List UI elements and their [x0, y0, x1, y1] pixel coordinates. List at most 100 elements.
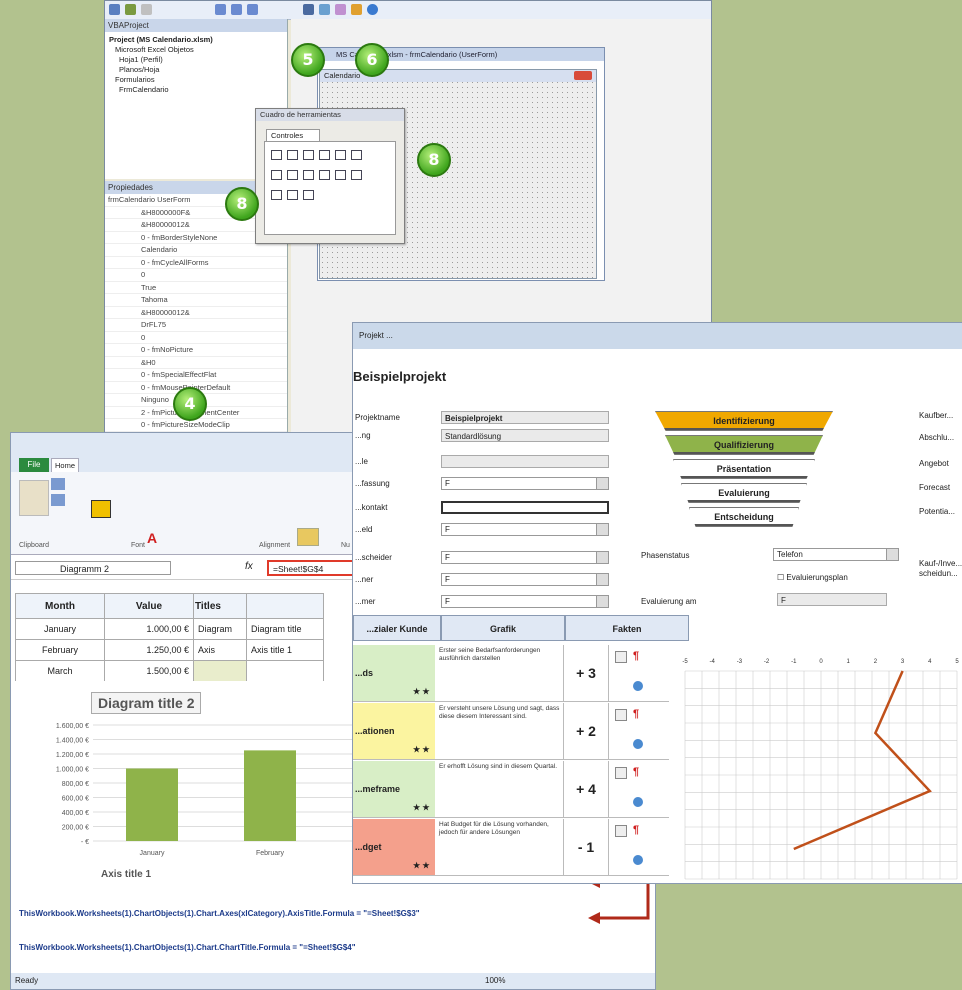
excel-icon[interactable]: [109, 4, 120, 15]
table-cell[interactable]: 1.000,00 €: [104, 618, 194, 640]
info-icon[interactable]: [633, 681, 643, 691]
info-icon[interactable]: [633, 855, 643, 865]
bar[interactable]: [244, 750, 296, 841]
minus-icon[interactable]: [615, 767, 627, 779]
chevron-down-icon[interactable]: [596, 524, 608, 535]
field-select[interactable]: F: [441, 523, 609, 536]
field-input[interactable]: [441, 501, 609, 514]
field-input[interactable]: [441, 455, 609, 468]
property-row[interactable]: 0: [105, 269, 287, 282]
chevron-down-icon[interactable]: [596, 574, 608, 585]
textbox-tool-icon[interactable]: [303, 150, 314, 160]
save-icon[interactable]: [141, 4, 152, 15]
table-cell[interactable]: [193, 660, 247, 682]
field-select[interactable]: F: [441, 573, 609, 586]
zoom-level[interactable]: 100%: [485, 973, 505, 989]
field-select[interactable]: F: [441, 551, 609, 564]
project-tree-item[interactable]: Formularios: [109, 75, 283, 85]
info-icon[interactable]: [633, 797, 643, 807]
chevron-down-icon[interactable]: [596, 478, 608, 489]
bold-icon[interactable]: [91, 500, 111, 518]
project-tree-item[interactable]: FrmCalendario: [109, 85, 283, 95]
table-cell[interactable]: Axis title 1: [246, 639, 324, 661]
commandbutton-tool-icon[interactable]: [319, 170, 330, 180]
properties-icon[interactable]: [335, 4, 346, 15]
property-row[interactable]: True: [105, 282, 287, 294]
minus-icon[interactable]: [615, 825, 627, 837]
copy-icon[interactable]: [51, 494, 65, 506]
flag-icon[interactable]: ¶: [633, 708, 639, 720]
table-cell[interactable]: Axis: [193, 639, 247, 661]
chevron-down-icon[interactable]: [596, 552, 608, 563]
minus-icon[interactable]: [615, 709, 627, 721]
funnel-stage[interactable]: Qualifizierung: [665, 435, 823, 455]
chevron-down-icon[interactable]: [886, 549, 898, 560]
listbox-tool-icon[interactable]: [335, 150, 346, 160]
fx-icon[interactable]: fx: [245, 561, 253, 572]
table-cell[interactable]: January: [15, 618, 105, 640]
evaluierung-checkbox[interactable]: ☐ Evaluierungsplan: [777, 573, 848, 582]
font-color-icon[interactable]: A: [147, 530, 169, 546]
flag-icon[interactable]: ¶: [633, 766, 639, 778]
minus-icon[interactable]: [615, 651, 627, 663]
togglebutton-tool-icon[interactable]: [287, 170, 298, 180]
bar[interactable]: [126, 768, 178, 842]
column-header-blank[interactable]: [246, 593, 324, 619]
pause-icon[interactable]: [231, 4, 242, 15]
table-cell[interactable]: March: [15, 660, 105, 682]
table-cell[interactable]: Diagram title: [246, 618, 324, 640]
help-icon[interactable]: [367, 4, 378, 15]
property-row[interactable]: &H0: [105, 357, 287, 369]
combobox-tool-icon[interactable]: [319, 150, 330, 160]
optionbutton-tool-icon[interactable]: [271, 170, 282, 180]
field-select[interactable]: F: [441, 595, 609, 608]
tab-grafik[interactable]: Grafik: [441, 615, 565, 641]
x-axis-title[interactable]: Axis title 1: [101, 869, 151, 880]
field-select[interactable]: F: [441, 477, 609, 490]
project-explorer-icon[interactable]: [319, 4, 330, 15]
image-tool-icon[interactable]: [303, 190, 314, 200]
table-cell[interactable]: [246, 660, 324, 682]
funnel-stage[interactable]: Präsentation: [673, 459, 815, 479]
spinbutton-tool-icon[interactable]: [287, 190, 298, 200]
frame-tool-icon[interactable]: [303, 170, 314, 180]
design-mode-icon[interactable]: [303, 4, 314, 15]
funnel-stage[interactable]: Entscheidung: [689, 507, 799, 527]
field-input[interactable]: Standardlösung: [441, 429, 609, 442]
run-icon[interactable]: [215, 4, 226, 15]
toolbox-icon[interactable]: [351, 4, 362, 15]
project-tree-item[interactable]: Planos/Hoja: [109, 65, 283, 75]
funnel-stage[interactable]: Identifizierung: [655, 411, 833, 431]
pointer-tool-icon[interactable]: [271, 150, 282, 160]
paste-icon[interactable]: [19, 480, 49, 516]
checkbox-tool-icon[interactable]: [351, 150, 362, 160]
scrollbar-tool-icon[interactable]: [271, 190, 282, 200]
phasenstatus-select[interactable]: Telefon: [773, 548, 899, 561]
project-tree-item[interactable]: Hoja1 (Perfil): [109, 55, 283, 65]
property-row[interactable]: 0: [105, 332, 287, 344]
property-row[interactable]: &H80000012&: [105, 307, 287, 319]
multipage-tool-icon[interactable]: [351, 170, 362, 180]
project-tree-item[interactable]: Microsoft Excel Objetos: [109, 45, 283, 55]
field-input[interactable]: Beispielprojekt: [441, 411, 609, 424]
info-icon[interactable]: [633, 739, 643, 749]
property-row[interactable]: 0 - fmCycleAllForms: [105, 257, 287, 269]
evaluierung-am-input[interactable]: F: [777, 593, 887, 606]
tab-kunde[interactable]: ...zialer Kunde: [353, 615, 441, 641]
tab-fakten[interactable]: Fakten: [565, 615, 689, 641]
table-cell[interactable]: 1.250,00 €: [104, 639, 194, 661]
cut-icon[interactable]: [51, 478, 65, 490]
name-box[interactable]: Diagramm 2: [15, 561, 171, 575]
property-row[interactable]: DrFL75: [105, 319, 287, 332]
property-row[interactable]: 0 - fmSpecialEffectFlat: [105, 369, 287, 382]
flag-icon[interactable]: ¶: [633, 650, 639, 662]
property-row[interactable]: Tahoma: [105, 294, 287, 307]
column-header-month[interactable]: Month: [15, 593, 105, 619]
property-row[interactable]: 0 - fmNoPicture: [105, 344, 287, 357]
table-cell[interactable]: Diagram: [193, 618, 247, 640]
insert-icon[interactable]: [125, 4, 136, 15]
table-cell[interactable]: 1.500,00 €: [104, 660, 194, 682]
wrap-text-icon[interactable]: [297, 528, 319, 546]
column-header-value[interactable]: Value: [104, 593, 194, 619]
chevron-down-icon[interactable]: [596, 596, 608, 607]
